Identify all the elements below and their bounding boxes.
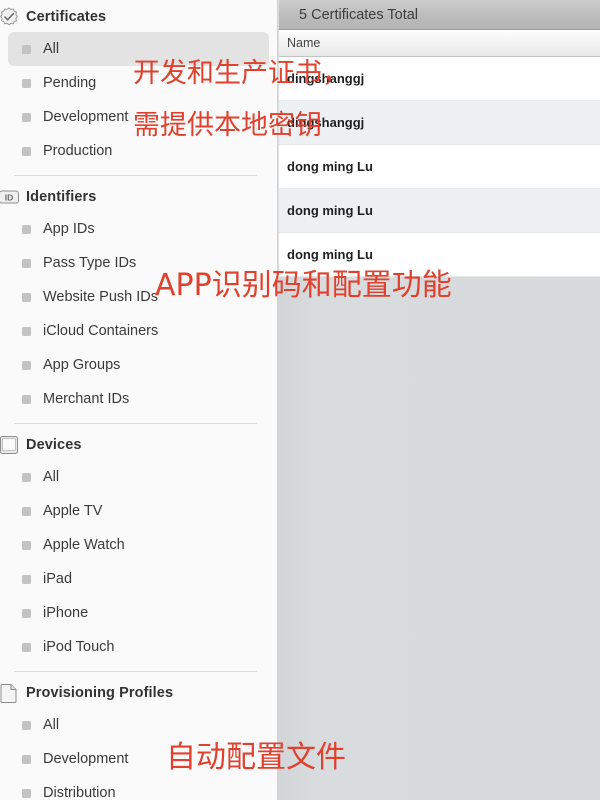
- certificate-name: dingshanggj: [287, 115, 365, 130]
- bullet-icon: [22, 642, 31, 652]
- sidebar-item-iphone[interactable]: iPhone: [8, 596, 269, 630]
- certificates-total-label: 5 Certificates Total: [299, 6, 419, 23]
- sidebar-item-icloud-containers[interactable]: iCloud Containers: [8, 314, 269, 348]
- section-title: Identifiers: [26, 189, 97, 205]
- section-title: Provisioning Profiles: [26, 685, 174, 701]
- sidebar-item-all[interactable]: All: [8, 708, 269, 742]
- section-header: ID Identifiers: [0, 182, 277, 212]
- bullet-icon: [22, 224, 31, 234]
- bullet-icon: [22, 326, 31, 336]
- table-row[interactable]: dingshanggj: [277, 101, 600, 145]
- sidebar-divider: [14, 671, 257, 672]
- bullet-icon: [22, 258, 31, 268]
- bullet-icon: [22, 112, 31, 122]
- sidebar-item-website-push-ids[interactable]: Website Push IDs: [8, 280, 269, 314]
- bullet-icon: [22, 608, 31, 618]
- certificate-name: dong ming Lu: [287, 159, 373, 174]
- certificate-name: dong ming Lu: [287, 247, 373, 262]
- sidebar-item-apple-tv[interactable]: Apple TV: [8, 494, 269, 528]
- sidebar-item-label: Development: [43, 109, 129, 125]
- sidebar-item-development[interactable]: Development: [8, 742, 269, 776]
- sidebar-item-label: iPad: [43, 571, 73, 587]
- sidebar-item-label: Website Push IDs: [43, 289, 158, 305]
- sidebar-item-label: Apple Watch: [43, 537, 125, 553]
- sidebar-item-label: Pending: [43, 75, 97, 91]
- sidebar: Certificates All Pending Development Product…: [0, 0, 277, 800]
- sidebar-section-devices: Devices All Apple TV Apple Watch iPad iPhone i…: [0, 430, 277, 664]
- bullet-icon: [22, 44, 31, 54]
- section-title: Devices: [26, 437, 82, 453]
- bullet-icon: [22, 788, 31, 798]
- sidebar-item-label: iPhone: [43, 605, 89, 621]
- table-row[interactable]: dingshanggj: [277, 57, 600, 101]
- device-screen-icon: [0, 434, 20, 456]
- bullet-icon: [22, 292, 31, 302]
- sidebar-item-app-ids[interactable]: App IDs: [8, 212, 269, 246]
- bullet-icon: [22, 78, 31, 88]
- sidebar-item-app-groups[interactable]: App Groups: [8, 348, 269, 382]
- table-row[interactable]: dong ming Lu: [277, 189, 600, 233]
- sidebar-item-label: All: [43, 717, 60, 733]
- table-empty-area: [277, 278, 600, 800]
- sidebar-item-label: Merchant IDs: [43, 391, 130, 407]
- bullet-icon: [22, 720, 31, 730]
- section-header: Provisioning Profiles: [0, 678, 277, 708]
- svg-text:ID: ID: [5, 192, 14, 202]
- certificate-seal-icon: [0, 6, 20, 28]
- sidebar-item-apple-watch[interactable]: Apple Watch: [8, 528, 269, 562]
- sidebar-item-pass-type-ids[interactable]: Pass Type IDs: [8, 246, 269, 280]
- sidebar-item-all[interactable]: All: [8, 460, 269, 494]
- sidebar-divider: [14, 423, 257, 424]
- sidebar-item-label: App Groups: [43, 357, 121, 373]
- sidebar-item-label: iCloud Containers: [43, 323, 159, 339]
- table-column-header[interactable]: Name: [277, 30, 600, 57]
- sidebar-section-provisioning-profiles: Provisioning Profiles All Development Distr…: [0, 678, 277, 800]
- bullet-icon: [22, 574, 31, 584]
- section-header: Certificates: [0, 2, 277, 32]
- certificates-table: dingshanggj dingshanggj dong ming Lu dong m…: [277, 57, 600, 277]
- certificate-name: dong ming Lu: [287, 203, 373, 218]
- sidebar-item-development[interactable]: Development: [8, 100, 269, 134]
- sidebar-item-label: All: [43, 469, 60, 485]
- sidebar-item-label: Production: [43, 143, 113, 159]
- sidebar-item-label: Apple TV: [43, 503, 103, 519]
- document-page-icon: [0, 682, 20, 704]
- bullet-icon: [22, 506, 31, 516]
- sidebar-item-label: iPod Touch: [43, 639, 115, 655]
- sidebar-item-label: Development: [43, 751, 129, 767]
- certificate-name: dingshanggj: [287, 71, 365, 86]
- column-header-name[interactable]: Name: [287, 36, 320, 50]
- sidebar-item-label: Pass Type IDs: [43, 255, 137, 271]
- sidebar-section-identifiers: ID Identifiers App IDs Pass Type IDs Website…: [0, 182, 277, 416]
- bullet-icon: [22, 754, 31, 764]
- bullet-icon: [22, 472, 31, 482]
- sidebar-item-label: Distribution: [43, 785, 116, 800]
- bullet-icon: [22, 394, 31, 404]
- table-row[interactable]: dong ming Lu: [277, 145, 600, 189]
- sidebar-item-ipad[interactable]: iPad: [8, 562, 269, 596]
- sidebar-section-certificates: Certificates All Pending Development Product…: [0, 2, 277, 168]
- sidebar-item-pending[interactable]: Pending: [8, 66, 269, 100]
- sidebar-item-merchant-ids[interactable]: Merchant IDs: [8, 382, 269, 416]
- table-row[interactable]: dong ming Lu: [277, 233, 600, 277]
- bullet-icon: [22, 540, 31, 550]
- panel-toolbar: 5 Certificates Total: [277, 0, 600, 30]
- certificates-panel: 5 Certificates Total Name dingshanggj din…: [277, 0, 600, 800]
- section-title: Certificates: [26, 9, 107, 25]
- sidebar-sections: Certificates All Pending Development Product…: [0, 0, 277, 800]
- sidebar-item-label: App IDs: [43, 221, 95, 237]
- section-header: Devices: [0, 430, 277, 460]
- sidebar-item-distribution[interactable]: Distribution: [8, 776, 269, 800]
- sidebar-item-label: All: [43, 41, 60, 57]
- sidebar-item-all[interactable]: All: [8, 32, 269, 66]
- app-window: Certificates All Pending Development Product…: [0, 0, 600, 800]
- sidebar-item-production[interactable]: Production: [8, 134, 269, 168]
- sidebar-item-ipod-touch[interactable]: iPod Touch: [8, 630, 269, 664]
- bullet-icon: [22, 360, 31, 370]
- id-badge-icon: ID: [0, 186, 20, 208]
- sidebar-divider: [14, 175, 257, 176]
- bullet-icon: [22, 146, 31, 156]
